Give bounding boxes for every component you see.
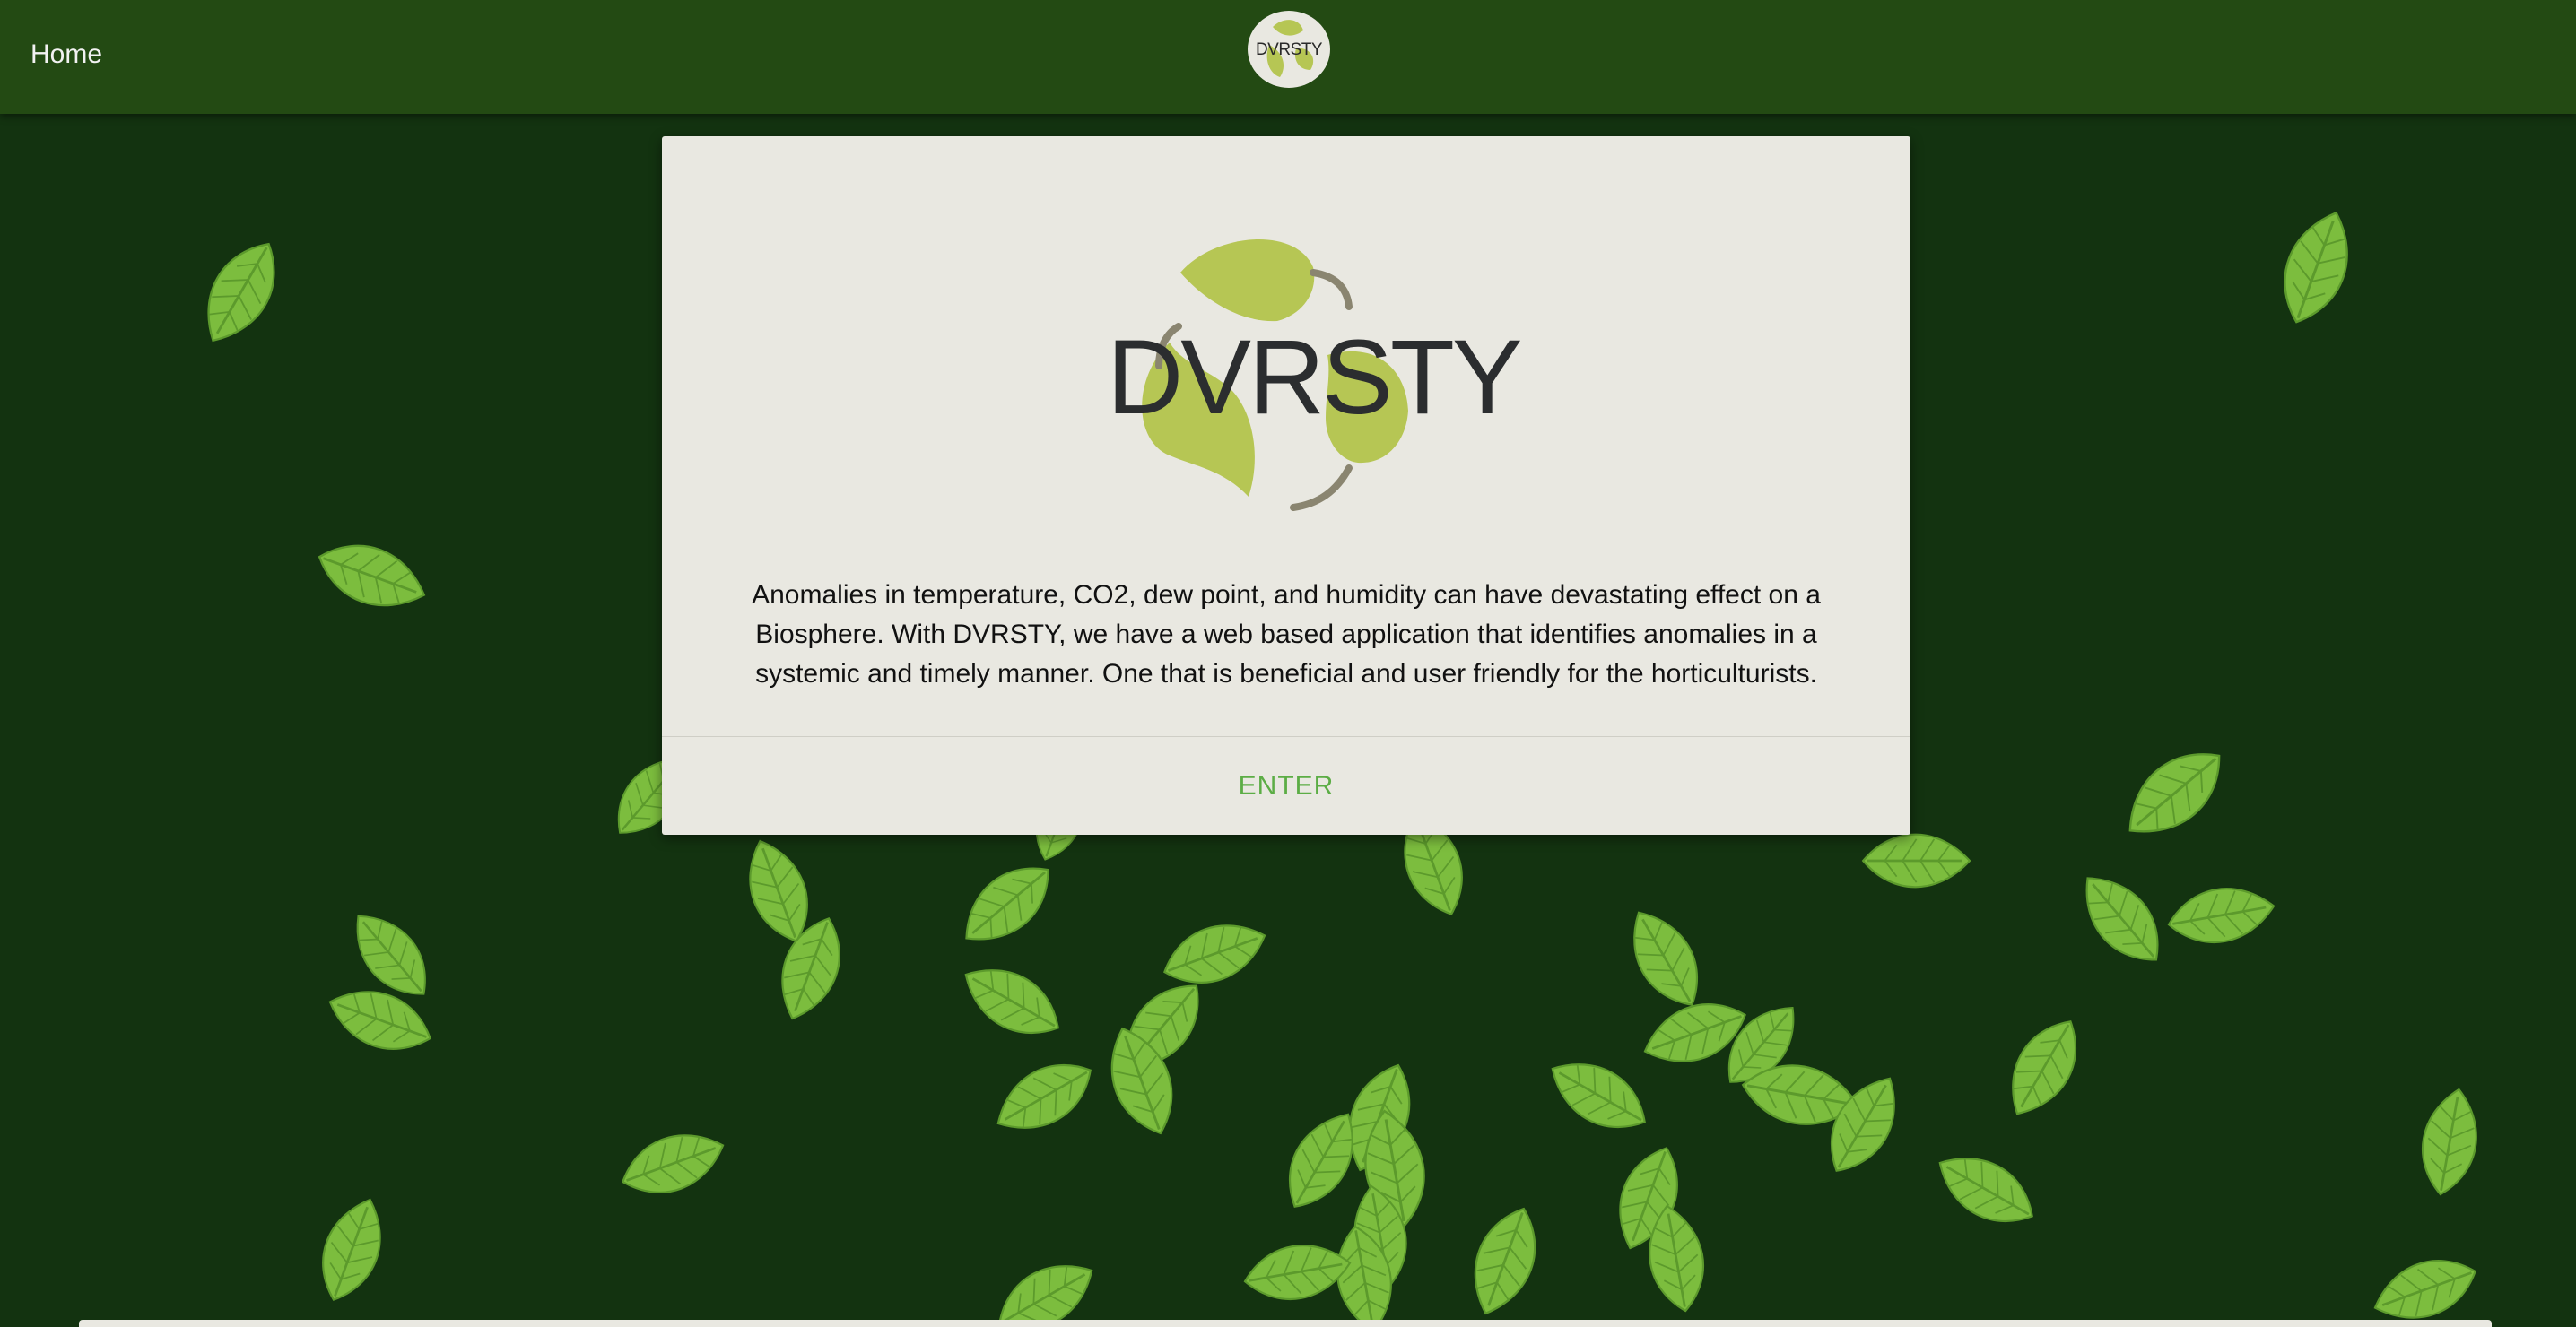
card-divider <box>662 736 1910 737</box>
leaf-icon <box>2163 879 2280 952</box>
app-description: Anomalies in temperature, CO2, dew point… <box>752 580 1821 689</box>
leaf-icon <box>1993 1007 2095 1129</box>
leaf-icon <box>1153 909 1275 998</box>
leaf-icon <box>1537 1045 1659 1147</box>
enter-button[interactable]: ENTER <box>662 773 1910 800</box>
leaf-icon <box>948 848 1066 960</box>
leaf-icon <box>985 1246 1107 1327</box>
leaf-icon <box>308 1189 396 1311</box>
leaf-icon <box>612 1119 734 1208</box>
bottom-panel-edge <box>79 1320 2492 1327</box>
dvrsty-logo-text: DVRSTY <box>1107 318 1523 437</box>
leaf-icon <box>309 529 435 622</box>
leaf-icon <box>2413 1083 2486 1201</box>
home-link[interactable]: Home <box>30 41 102 68</box>
leaf-icon <box>2066 860 2178 978</box>
navbar-logo[interactable]: DVRSTY <box>1248 11 1330 88</box>
top-navbar: Home DVRSTY <box>0 0 2576 114</box>
leaf-icon <box>2110 732 2240 854</box>
leaf-icon <box>951 950 1073 1053</box>
intro-card: DVRSTY Anomalies in temperature, CO2, de… <box>662 136 1910 835</box>
leaf-icon <box>2267 201 2365 334</box>
navbar-logo-text: DVRSTY <box>1255 40 1323 59</box>
leaf-icon <box>1458 1198 1552 1324</box>
leaf-icon <box>2364 1245 2486 1327</box>
leaf-icon <box>1925 1139 2047 1241</box>
leaf-icon <box>1861 833 1971 889</box>
leaf-icon <box>187 229 294 356</box>
leaf-icon <box>1614 898 1717 1019</box>
leaf-icon <box>983 1045 1105 1148</box>
dvrsty-logo: DVRSTY <box>1107 226 1523 522</box>
leaf-icon <box>1239 1236 1356 1309</box>
